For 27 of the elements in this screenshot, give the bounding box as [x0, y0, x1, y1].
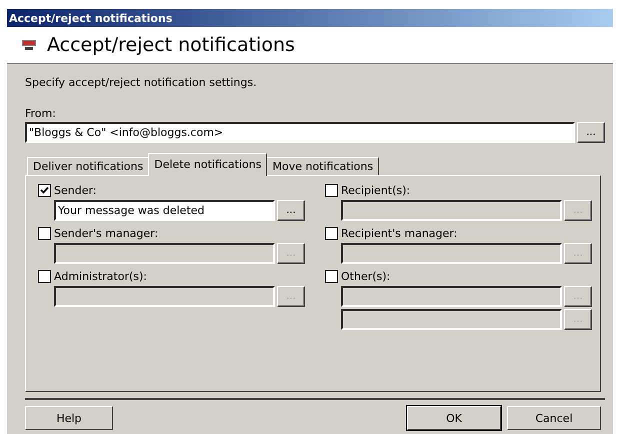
text-field[interactable]: Your message was deleted	[54, 200, 275, 221]
checkbox[interactable]	[325, 184, 338, 197]
from-field[interactable]: "Bloggs & Co" <info@bloggs.com>	[25, 122, 575, 143]
checkbox[interactable]	[38, 270, 51, 283]
checkbox-label: Administrator(s):	[54, 270, 148, 283]
checkbox[interactable]	[38, 227, 51, 240]
browse-button[interactable]: ...	[277, 200, 305, 221]
dialog-button[interactable]: Cancel	[507, 406, 601, 430]
browse-button[interactable]: ...	[577, 122, 605, 143]
tab[interactable]: Deliver notifications	[27, 157, 150, 175]
tab[interactable]: Delete notifications	[148, 153, 268, 176]
dialog-button[interactable]: OK	[407, 406, 501, 430]
checkbox-label: Recipient(s):	[341, 184, 410, 197]
checkbox-label: Sender's manager:	[54, 227, 158, 240]
checkbox[interactable]	[325, 270, 338, 283]
from-label: From:	[25, 107, 57, 120]
tab[interactable]: Move notifications	[266, 157, 380, 175]
header-title: Accept/reject notifications	[47, 34, 295, 56]
checkbox-label: Other(s):	[341, 270, 390, 283]
checkbox-label: Sender:	[54, 184, 97, 197]
checkbox[interactable]	[38, 184, 51, 197]
window-title: Accept/reject notifications	[7, 9, 613, 27]
checkbox-label: Recipient's manager:	[341, 227, 458, 240]
description: Specify accept/reject notification settings.	[25, 76, 258, 89]
checkbox[interactable]	[325, 227, 338, 240]
dialog-button[interactable]: Help	[25, 406, 113, 430]
monitor-icon	[21, 39, 37, 51]
